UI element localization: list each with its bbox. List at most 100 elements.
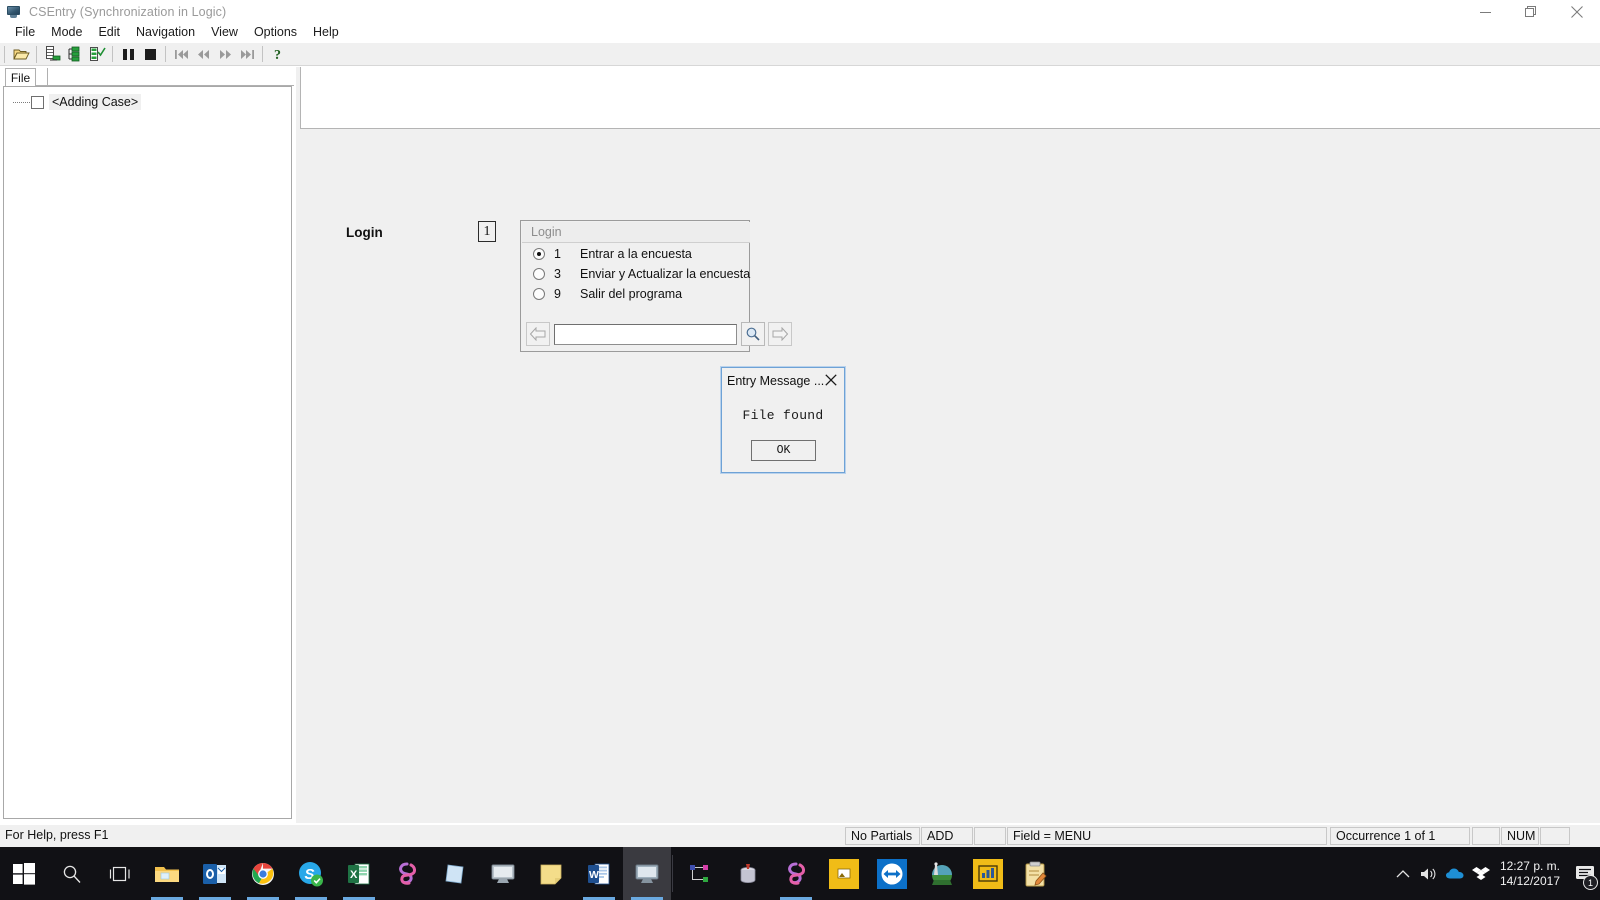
login-field-input[interactable]: 1 <box>478 221 496 242</box>
last-icon[interactable] <box>236 44 258 65</box>
status-panel-blank <box>974 827 1006 845</box>
tree-connector <box>13 102 30 103</box>
codes-popup-footer <box>522 318 792 350</box>
window-controls <box>1462 0 1600 24</box>
task-view-icon[interactable] <box>96 847 144 900</box>
clock[interactable]: 12:27 p. m. 14/12/2017 <box>1500 859 1560 889</box>
codes-popup-title: Login <box>522 222 750 243</box>
clock-time: 12:27 p. m. <box>1499 858 1560 873</box>
chevron-up-icon[interactable] <box>1390 869 1416 879</box>
status-panel-field: Field = MENU <box>1007 827 1327 845</box>
maximize-button[interactable] <box>1508 0 1554 24</box>
help-icon[interactable]: ? <box>267 44 289 65</box>
status-panel-blank2 <box>1472 827 1500 845</box>
case-tree[interactable]: <Adding Case> <box>3 86 292 819</box>
next-icon[interactable] <box>214 44 236 65</box>
globe-tower-icon[interactable] <box>916 847 964 900</box>
tree-item-label: <Adding Case> <box>49 94 142 110</box>
lookup-input[interactable] <box>554 323 737 345</box>
cspro-icon[interactable] <box>772 847 820 900</box>
csentry-designer-icon[interactable] <box>383 847 431 900</box>
codes-list: 1 Entrar a la encuesta 3 Enviar y Actual… <box>521 244 751 304</box>
entry-pane: Login 1 Login 1 Entrar a la encuesta 3 E… <box>300 67 1600 823</box>
search-icon[interactable] <box>48 847 96 900</box>
toolbar-grip <box>4 45 7 63</box>
toolbar-separator-1 <box>112 46 113 62</box>
window-title: CSEntry (Synchronization in Logic) <box>29 5 227 19</box>
menu-file[interactable]: File <box>7 23 43 41</box>
menu-help[interactable]: Help <box>305 23 347 41</box>
dialog-message: File found <box>742 408 824 423</box>
onedrive-icon[interactable] <box>1442 867 1468 881</box>
svg-text:X: X <box>350 869 358 881</box>
tree-checkbox[interactable] <box>31 95 44 109</box>
arrow-left-icon[interactable] <box>526 322 550 346</box>
arrow-right-icon[interactable] <box>768 322 792 346</box>
open-icon[interactable] <box>10 44 32 65</box>
database-icon[interactable] <box>724 847 772 900</box>
menu-navigation[interactable]: Navigation <box>128 23 203 41</box>
word-icon[interactable]: W <box>575 847 623 900</box>
verify-case-icon[interactable] <box>86 44 108 65</box>
pause-icon[interactable] <box>117 44 139 65</box>
tab-strip: File <box>2 67 294 87</box>
windows-taskbar: S X W 12:27 p. m. 14/12/2017 1 <box>0 847 1600 900</box>
menu-view[interactable]: View <box>203 23 246 41</box>
image-viewer-icon[interactable] <box>820 847 868 900</box>
radio-icon-selected[interactable] <box>533 248 545 260</box>
radio-icon[interactable] <box>533 268 545 280</box>
code-option-9[interactable]: 9 Salir del programa <box>521 284 751 304</box>
magnifier-icon[interactable] <box>741 322 765 346</box>
csentry-window: CSEntry (Synchronization in Logic) File … <box>0 0 1600 900</box>
tree-item-adding-case[interactable]: <Adding Case> <box>13 94 142 110</box>
sticky-notes-icon[interactable] <box>527 847 575 900</box>
excel-icon[interactable]: X <box>335 847 383 900</box>
case-tree-panel: File <Adding Case> <box>0 67 296 823</box>
action-center-icon[interactable]: 1 <box>1570 847 1600 900</box>
skype-icon[interactable]: S <box>287 847 335 900</box>
tab-divider <box>47 68 48 85</box>
teamviewer-icon[interactable] <box>868 847 916 900</box>
close-button[interactable] <box>1554 0 1600 24</box>
windows-start-icon[interactable] <box>0 847 48 900</box>
code-option-1[interactable]: 1 Entrar a la encuesta <box>521 244 751 264</box>
insert-case-icon[interactable] <box>42 44 64 65</box>
code-label: Entrar a la encuesta <box>580 247 692 261</box>
status-panel-mode: ADD <box>921 827 973 845</box>
previous-icon[interactable] <box>192 44 214 65</box>
notepad-blue-icon[interactable] <box>431 847 479 900</box>
clipboard-icon[interactable] <box>1012 847 1060 900</box>
menu-bar: File Mode Edit Navigation View Options H… <box>0 22 1600 42</box>
stop-icon[interactable] <box>139 44 161 65</box>
menu-edit[interactable]: Edit <box>90 23 128 41</box>
login-field-label: Login <box>346 225 383 240</box>
form-body: Login 1 Login 1 Entrar a la encuesta 3 E… <box>300 130 1600 823</box>
outlook-icon[interactable] <box>191 847 239 900</box>
codes-popup: Login 1 Entrar a la encuesta 3 Enviar y … <box>520 220 792 352</box>
menu-options[interactable]: Options <box>246 23 305 41</box>
file-explorer-icon[interactable] <box>143 847 191 900</box>
network-map-icon[interactable] <box>676 847 724 900</box>
volume-icon[interactable] <box>1416 866 1442 882</box>
modify-case-icon[interactable] <box>64 44 86 65</box>
ok-button[interactable]: OK <box>751 440 816 461</box>
code-option-3[interactable]: 3 Enviar y Actualizar la encuesta <box>521 264 751 284</box>
form-header-area <box>300 67 1600 129</box>
tab-file[interactable]: File <box>5 68 36 87</box>
dropbox-icon[interactable] <box>1468 866 1494 882</box>
csentry-icon[interactable] <box>479 847 527 900</box>
first-icon[interactable] <box>170 44 192 65</box>
code-value: 3 <box>554 267 561 281</box>
menu-mode[interactable]: Mode <box>43 23 90 41</box>
entry-message-dialog: Entry Message ... File found OK <box>721 367 845 473</box>
system-tray: 12:27 p. m. 14/12/2017 1 <box>1390 847 1600 900</box>
csentry-active-icon[interactable] <box>623 847 671 900</box>
monitor-icon <box>6 4 22 20</box>
power-bi-icon[interactable] <box>964 847 1012 900</box>
svg-text:W: W <box>589 869 599 881</box>
close-icon[interactable] <box>823 372 838 387</box>
chrome-icon[interactable] <box>239 847 287 900</box>
code-label: Enviar y Actualizar la encuesta <box>580 267 751 281</box>
radio-icon[interactable] <box>533 288 545 300</box>
minimize-button[interactable] <box>1462 0 1508 24</box>
